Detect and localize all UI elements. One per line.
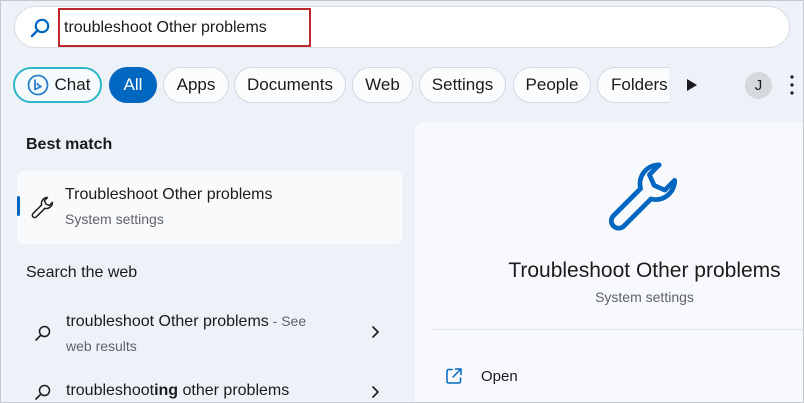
chevron-right-icon: [372, 386, 379, 398]
web-result-1[interactable]: troubleshoot Other problems - See web re…: [17, 308, 402, 358]
selection-indicator: [17, 196, 20, 216]
preview-pane: Troubleshoot Other problems System setti…: [415, 122, 804, 403]
chip-web[interactable]: Web: [352, 67, 413, 103]
web-result-2-bold: ing: [154, 382, 179, 399]
chip-chat-label: Chat: [54, 75, 91, 94]
chip-all-label: All: [123, 75, 143, 94]
web-result-1-suffix: - See: [268, 313, 307, 329]
search-input[interactable]: [64, 16, 364, 40]
chip-settings-label: Settings: [431, 75, 494, 94]
best-match-subtitle: System settings: [65, 211, 164, 227]
web-result-1-suffix-line2: web results: [66, 338, 137, 354]
search-icon: [30, 18, 50, 38]
chip-documents[interactable]: Documents: [234, 67, 346, 103]
wrench-icon: [608, 162, 678, 231]
web-result-2-prefix: troubleshoot: [66, 382, 155, 399]
web-result-2-text: troubleshooting other problems: [66, 379, 336, 403]
web-result-2-rest: other problems: [178, 382, 290, 399]
chip-people[interactable]: People: [513, 67, 591, 103]
preview-subtitle: System settings: [595, 289, 694, 305]
chip-web-label: Web: [365, 75, 400, 94]
more-filters-arrow-icon[interactable]: [686, 78, 698, 92]
chip-apps[interactable]: Apps: [163, 67, 229, 103]
web-result-1-query: troubleshoot Other problems: [66, 313, 269, 330]
bing-chat-icon: [27, 74, 48, 96]
search-icon: [35, 325, 51, 341]
chevron-right-icon: [372, 326, 379, 338]
search-bar[interactable]: [14, 6, 790, 48]
open-action[interactable]: Open: [445, 365, 518, 387]
best-match-heading: Best match: [26, 136, 113, 153]
open-action-label: Open: [481, 367, 518, 385]
web-result-1-text: troubleshoot Other problems - See web re…: [66, 309, 336, 359]
chip-settings[interactable]: Settings: [419, 67, 506, 103]
chip-folders-label: Folders: [611, 75, 668, 94]
chip-folders[interactable]: Folders: [597, 67, 669, 103]
best-match-title: Troubleshoot Other problems: [65, 186, 273, 203]
chip-people-label: People: [525, 75, 579, 94]
open-external-icon: [446, 368, 462, 384]
chip-apps-label: Apps: [176, 75, 216, 94]
more-options-icon[interactable]: [789, 74, 795, 96]
preview-title: Troubleshoot Other problems: [508, 259, 781, 282]
web-result-2[interactable]: troubleshooting other problems: [17, 378, 402, 403]
search-icon: [35, 384, 51, 400]
wrench-icon: [31, 196, 54, 219]
chip-documents-label: Documents: [247, 75, 333, 94]
chip-all[interactable]: All: [109, 67, 157, 103]
best-match-result[interactable]: Troubleshoot Other problems System setti…: [17, 171, 402, 244]
chip-chat[interactable]: Chat: [13, 67, 102, 103]
avatar-initial: J: [754, 77, 763, 94]
search-web-heading: Search the web: [26, 264, 138, 281]
divider: [433, 329, 804, 330]
avatar[interactable]: J: [745, 72, 772, 99]
